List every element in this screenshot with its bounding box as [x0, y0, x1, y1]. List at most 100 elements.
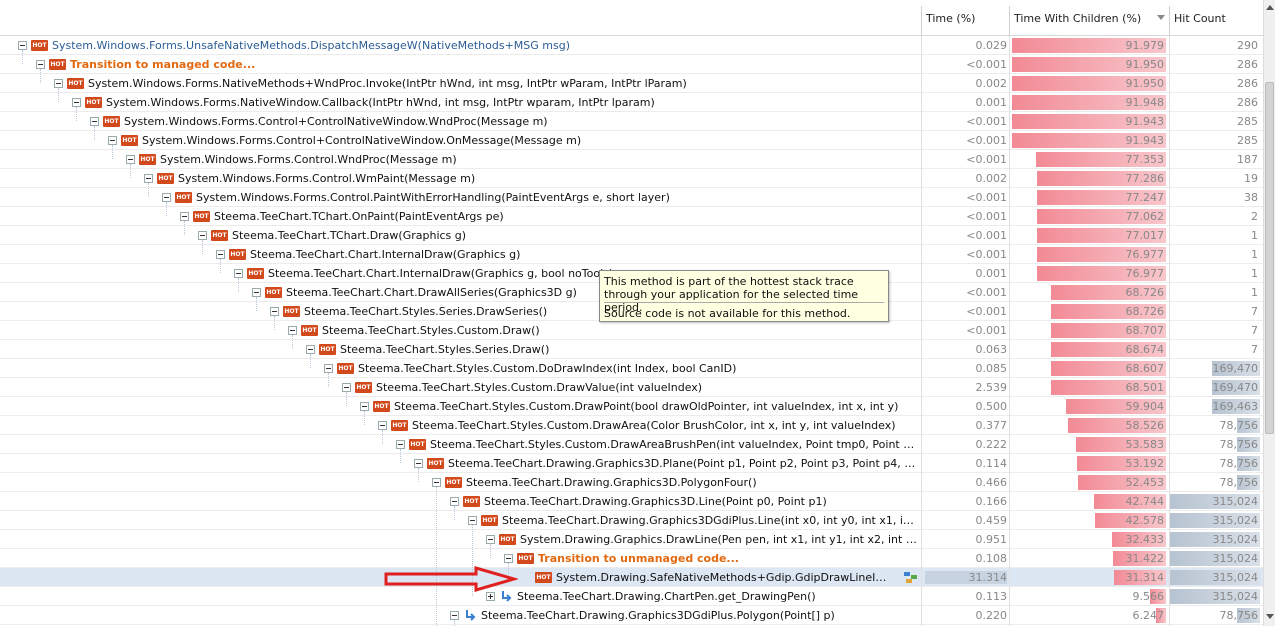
collapse-toggle-icon[interactable] — [378, 421, 387, 430]
collapse-toggle-icon[interactable] — [342, 383, 351, 392]
tree-row[interactable]: HOT Steema.TeeChart.Styles.Series.Draw() 0… — [0, 340, 1263, 359]
time-percent-value: 0.063 — [975, 343, 1008, 356]
time-percent-value: 0.114 — [975, 457, 1008, 470]
tree-row[interactable]: HOT System.Windows.Forms.NativeMethods+Wn… — [0, 74, 1263, 93]
tree-row[interactable]: Steema.TeeChart.Drawing.Graphics3DGdiPlu… — [0, 606, 1263, 625]
time-with-children-value: 91.943 — [1125, 134, 1165, 147]
hot-badge-icon: HOT — [427, 458, 444, 469]
tree-row[interactable]: HOT Steema.TeeChart.Styles.Custom.DrawVal… — [0, 378, 1263, 397]
time-with-children-value: 76.977 — [1125, 248, 1165, 261]
time-percent-value: 0.085 — [975, 362, 1008, 375]
tree-row[interactable]: HOT Transition to managed code... <0.001 91… — [0, 55, 1263, 74]
collapse-toggle-icon[interactable] — [144, 174, 153, 183]
column-header-hit-count[interactable]: Hit Count — [1169, 0, 1263, 36]
tree-row[interactable]: HOT System.Windows.Forms.Control+ControlN… — [0, 112, 1263, 131]
collapse-toggle-icon[interactable] — [126, 155, 135, 164]
collapse-toggle-icon[interactable] — [234, 269, 243, 278]
collapse-toggle-icon[interactable] — [486, 535, 495, 544]
tree-row[interactable]: HOT Steema.TeeChart.Styles.Custom.DrawAre… — [0, 435, 1263, 454]
hit-count-value: 7 — [1251, 305, 1258, 318]
method-name: Steema.TeeChart.Styles.Custom.DrawAreaBr… — [430, 438, 918, 451]
collapse-toggle-icon[interactable] — [450, 497, 459, 506]
hot-badge-icon: HOT — [373, 401, 390, 412]
tree-row[interactable]: HOT System.Drawing.Graphics.DrawLine(Pen … — [0, 530, 1263, 549]
tree-row[interactable]: HOT System.Windows.Forms.Control+ControlN… — [0, 131, 1263, 150]
hot-badge-icon: HOT — [103, 116, 120, 127]
collapse-toggle-icon[interactable] — [162, 193, 171, 202]
vertical-scrollbar[interactable] — [1263, 0, 1275, 626]
tree-row[interactable]: HOT Steema.TeeChart.Styles.Custom.DoDrawI… — [0, 359, 1263, 378]
column-header-time-label: Time (%) — [926, 12, 976, 25]
time-percent-value: <0.001 — [966, 229, 1007, 242]
collapse-toggle-icon[interactable] — [72, 98, 81, 107]
collapse-toggle-icon[interactable] — [360, 402, 369, 411]
tree-row[interactable]: HOT Steema.TeeChart.Styles.Custom.DrawPoi… — [0, 397, 1263, 416]
collapse-toggle-icon[interactable] — [252, 288, 261, 297]
scrollbar-thumb[interactable] — [1265, 82, 1274, 434]
tree-row[interactable]: HOT System.Windows.Forms.Control.WmPaint(… — [0, 169, 1263, 188]
scroll-up-icon[interactable] — [1266, 5, 1274, 10]
scroll-down-icon[interactable] — [1266, 614, 1274, 619]
hot-badge-icon: HOT — [481, 515, 498, 526]
call-tree-view[interactable]: Time (%) Time With Children (%) Hit Coun… — [0, 0, 1263, 626]
column-resize-handle[interactable] — [1009, 6, 1010, 36]
collapse-toggle-icon[interactable] — [216, 250, 225, 259]
tree-row[interactable]: HOT System.Windows.Forms.Control.PaintWit… — [0, 188, 1263, 207]
tree-row[interactable]: HOT Transition to unmanaged code... 0.108 3… — [0, 549, 1263, 568]
collapse-toggle-icon[interactable] — [396, 440, 405, 449]
hot-badge-icon: HOT — [517, 553, 534, 564]
tree-row[interactable]: HOT System.Windows.Forms.UnsafeNativeMeth… — [0, 36, 1263, 55]
tree-row[interactable]: HOT Steema.TeeChart.Styles.Custom.Draw() <… — [0, 321, 1263, 340]
tree-guide-line — [328, 373, 329, 387]
column-resize-handle[interactable] — [921, 6, 922, 36]
stack-trace-icon[interactable] — [904, 572, 918, 583]
collapse-toggle-icon[interactable] — [18, 41, 27, 50]
tree-row[interactable]: HOT System.Drawing.SafeNativeMethods+Gdip… — [0, 568, 1263, 587]
tree-guide-line — [22, 50, 23, 64]
collapse-toggle-icon[interactable] — [414, 459, 423, 468]
method-name: Steema.TeeChart.Styles.Custom.DrawPoint(… — [394, 400, 899, 413]
expand-toggle-icon[interactable] — [486, 592, 495, 601]
column-header-method[interactable] — [0, 0, 921, 36]
time-with-children-value: 77.017 — [1125, 229, 1165, 242]
tree-guide-line — [220, 259, 221, 273]
hot-badge-icon: HOT — [463, 496, 480, 507]
tree-row[interactable]: HOT Steema.TeeChart.TChart.Draw(Graphics … — [0, 226, 1263, 245]
column-header-time-with-children[interactable]: Time With Children (%) — [1009, 0, 1169, 36]
tree-row[interactable]: HOT Steema.TeeChart.Drawing.Graphics3D.Li… — [0, 492, 1263, 511]
tree-row[interactable]: HOT Steema.TeeChart.Drawing.Graphics3DGdi… — [0, 511, 1263, 530]
tree-row[interactable]: Steema.TeeChart.Drawing.ChartPen.get_Dra… — [0, 587, 1263, 606]
hit-count-value: 315,024 — [1212, 571, 1259, 584]
column-divider — [921, 36, 922, 626]
collapse-toggle-icon[interactable] — [54, 79, 63, 88]
tree-row[interactable]: HOT Steema.TeeChart.TChart.OnPaint(PaintE… — [0, 207, 1263, 226]
collapse-toggle-icon[interactable] — [504, 554, 513, 563]
collapse-toggle-icon[interactable] — [468, 516, 477, 525]
collapse-toggle-icon[interactable] — [90, 117, 99, 126]
column-header-time[interactable]: Time (%) — [921, 0, 1009, 36]
time-with-children-value: 58.526 — [1125, 419, 1165, 432]
collapse-toggle-icon[interactable] — [288, 326, 297, 335]
collapse-toggle-icon[interactable] — [180, 212, 189, 221]
time-percent-value: <0.001 — [966, 58, 1007, 71]
tree-row[interactable]: HOT Steema.TeeChart.Styles.Custom.DrawAre… — [0, 416, 1263, 435]
collapse-toggle-icon[interactable] — [324, 364, 333, 373]
collapse-toggle-icon[interactable] — [306, 345, 315, 354]
column-resize-handle[interactable] — [1169, 6, 1170, 36]
collapse-toggle-icon[interactable] — [198, 231, 207, 240]
hit-count-value: 315,024 — [1212, 495, 1259, 508]
tree-row[interactable]: HOT System.Windows.Forms.Control.WndProc(… — [0, 150, 1263, 169]
collapse-toggle-icon[interactable] — [450, 611, 459, 620]
tree-guide-line — [148, 183, 149, 197]
tree-row[interactable]: HOT Steema.TeeChart.Drawing.Graphics3D.Po… — [0, 473, 1263, 492]
collapse-toggle-icon[interactable] — [270, 307, 279, 316]
collapse-toggle-icon[interactable] — [108, 136, 117, 145]
time-with-children-value: 68.726 — [1125, 305, 1165, 318]
collapse-toggle-icon[interactable] — [432, 478, 441, 487]
collapse-toggle-icon[interactable] — [36, 60, 45, 69]
tree-row[interactable]: HOT Steema.TeeChart.Chart.InternalDraw(Gr… — [0, 245, 1263, 264]
tree-row[interactable]: HOT System.Windows.Forms.NativeWindow.Cal… — [0, 93, 1263, 112]
tree-guide-line — [400, 449, 401, 463]
tree-row[interactable]: HOT Steema.TeeChart.Drawing.Graphics3D.Pl… — [0, 454, 1263, 473]
tree-guide-line — [76, 107, 77, 121]
